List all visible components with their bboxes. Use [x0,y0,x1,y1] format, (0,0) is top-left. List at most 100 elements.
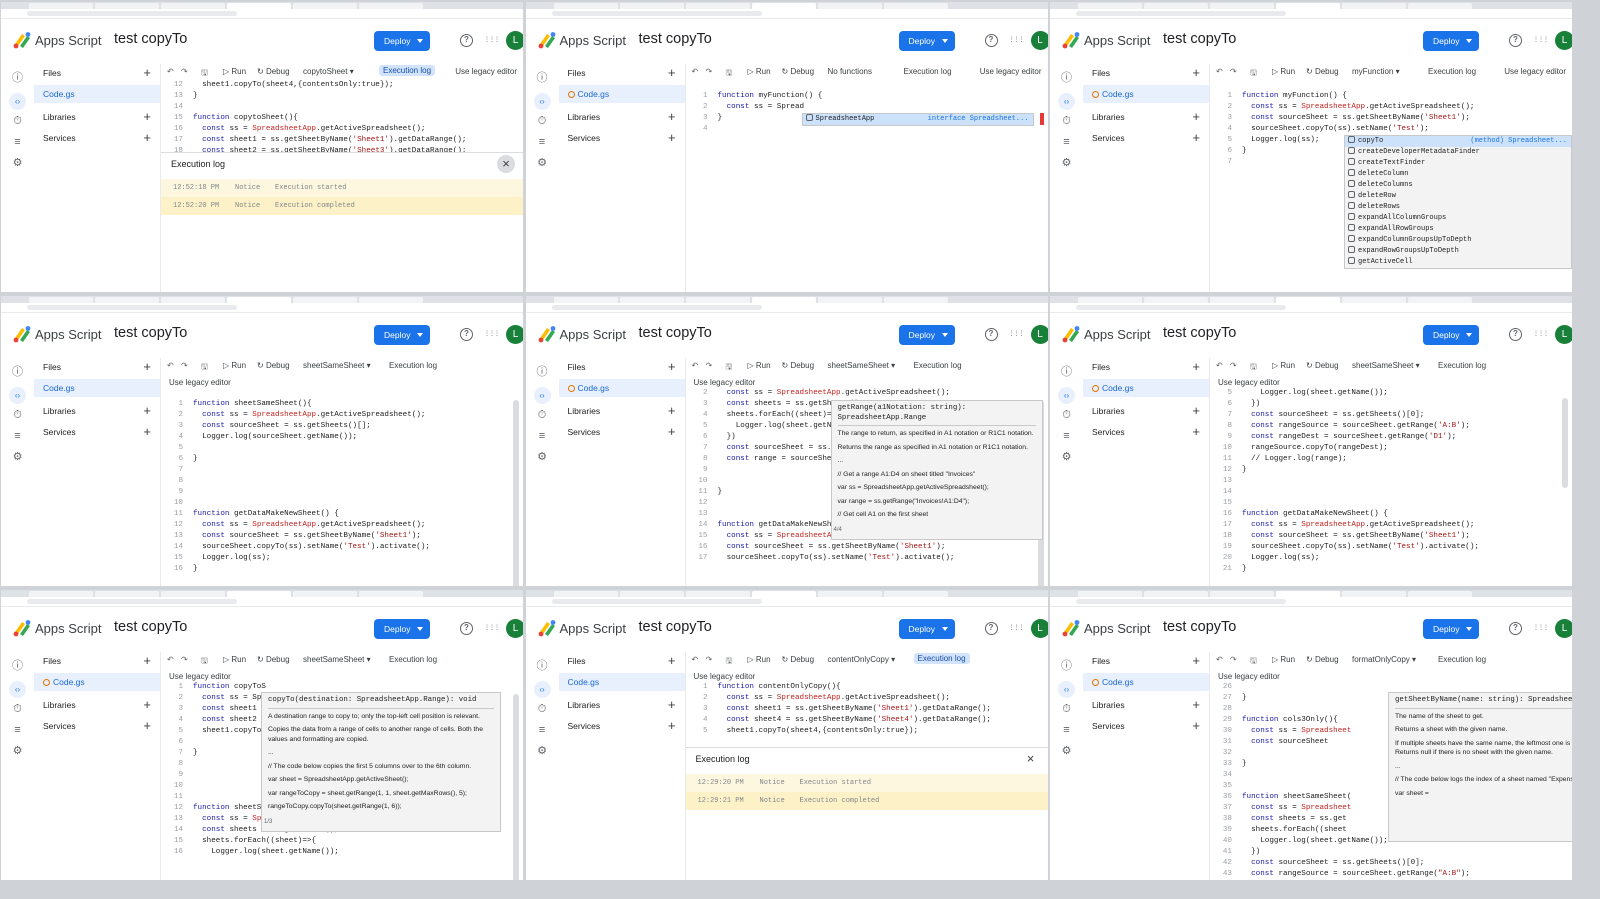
url-field[interactable] [1076,599,1286,604]
add-icon[interactable]: + [1192,358,1200,375]
url-field[interactable] [1076,305,1286,310]
redo-icon[interactable]: ↷ [706,361,713,370]
project-title[interactable]: test copyTo [114,619,187,635]
execution-log-button[interactable]: Execution log [1428,67,1476,76]
file-code-gs[interactable]: Code.gs [1083,85,1209,103]
undo-icon[interactable]: ↶ [1216,67,1223,76]
apps-grid-icon[interactable]: ⋮⋮⋮ [484,34,500,46]
execution-log-button[interactable]: Execution log [379,65,436,76]
libraries-header[interactable]: Libraries + [559,696,685,714]
redo-icon[interactable]: ↷ [1230,67,1237,76]
triggers-icon[interactable]: ⏱ [11,703,24,716]
code-area[interactable]: 1 function contentOnlyCopy(){2 const ss =… [686,682,1048,737]
address-bar[interactable] [1,303,523,313]
project-title[interactable]: test copyTo [639,31,712,47]
undo-icon[interactable]: ↶ [167,361,174,370]
debug-button[interactable]: ↻ Debug [782,67,815,76]
execution-log-button[interactable]: Execution log [913,653,970,664]
add-icon[interactable]: + [668,717,676,734]
undo-icon[interactable]: ↶ [1216,655,1223,664]
files-header[interactable]: Files + [559,64,685,82]
autocomplete-item[interactable]: expandAllColumnGroups [1345,213,1571,224]
autocomplete-item[interactable]: SpreadsheetApp interface Spreadsheet... [802,114,1033,125]
use-legacy-editor-link[interactable]: Use legacy editor [169,672,231,681]
function-select[interactable]: formatOnlyCopy ▾ [1352,655,1416,664]
autocomplete-item[interactable]: deleteRows [1345,202,1571,213]
add-icon[interactable]: + [1192,652,1200,669]
deploy-button[interactable]: Deploy [374,619,430,639]
add-icon[interactable]: + [143,423,151,440]
function-select[interactable]: No functions [828,67,872,76]
deploy-button[interactable]: Deploy [374,31,430,51]
libraries-header[interactable]: Libraries + [1083,696,1209,714]
help-icon[interactable]: ? [460,34,473,47]
autocomplete-item[interactable]: createTextFinder [1345,158,1571,169]
save-icon[interactable]: 🖫 [1250,655,1257,669]
services-header[interactable]: Services + [34,423,160,441]
editor-icon[interactable]: ‹› [1058,93,1075,110]
services-header[interactable]: Services + [559,129,685,147]
files-header[interactable]: Files + [34,652,160,670]
files-header[interactable]: Files + [34,64,160,82]
debug-button[interactable]: ↻ Debug [257,361,290,370]
code-area[interactable]: 1 function sheetSameSheet(){2 const ss = … [161,399,523,575]
project-title[interactable]: test copyTo [1163,325,1236,341]
overload-counter[interactable]: 4/4 [834,526,842,536]
services-header[interactable]: Services + [34,717,160,735]
help-icon[interactable]: ? [1509,34,1522,47]
function-select[interactable]: sheetSameSheet ▾ [1352,361,1420,370]
triggers-icon[interactable]: ⏱ [11,409,24,422]
add-icon[interactable]: + [143,129,151,146]
files-header[interactable]: Files + [559,652,685,670]
services-header[interactable]: Services + [1083,717,1209,735]
autocomplete-item[interactable]: deleteColumns [1345,180,1571,191]
libraries-header[interactable]: Libraries + [1083,402,1209,420]
run-button[interactable]: ▷ Run [1272,655,1295,664]
editor-icon[interactable]: ‹› [1058,387,1075,404]
libraries-header[interactable]: Libraries + [34,108,160,126]
address-bar[interactable] [1050,9,1572,19]
url-field[interactable] [27,599,237,604]
autocomplete-item[interactable]: copyTo (method) Spreadsheet... [1345,136,1571,147]
help-icon[interactable]: ? [460,328,473,341]
deploy-button[interactable]: Deploy [898,325,955,345]
triggers-icon[interactable]: ⏱ [1060,409,1073,422]
add-icon[interactable]: + [143,358,151,375]
project-title[interactable]: test copyTo [639,619,712,635]
file-code-gs[interactable]: Code.gs [34,85,160,103]
editor-icon[interactable]: ‹› [9,387,26,404]
execution-log-button[interactable]: Execution log [389,361,437,370]
url-field[interactable] [27,305,237,310]
file-code-gs[interactable]: Code.gs [558,673,685,691]
project-title[interactable]: test copyTo [114,31,187,47]
function-select[interactable]: copytoSheet ▾ [303,67,354,76]
execution-log-button[interactable]: Execution log [389,655,437,664]
overview-icon[interactable]: ⓘ [1060,366,1073,379]
files-header[interactable]: Files + [559,358,685,376]
project-title[interactable]: test copyTo [1163,619,1236,635]
overview-icon[interactable]: ⓘ [536,660,549,673]
autocomplete-item[interactable]: deleteColumn [1345,169,1571,180]
save-icon[interactable]: 🖫 [201,655,208,669]
add-icon[interactable]: + [1192,108,1200,125]
files-header[interactable]: Files + [1083,652,1209,670]
redo-icon[interactable]: ↷ [1230,655,1237,664]
apps-grid-icon[interactable]: ⋮⋮⋮ [1009,622,1025,634]
settings-icon[interactable]: ⚙ [11,745,24,758]
avatar[interactable]: L [1555,325,1572,344]
autocomplete-item[interactable]: expandRowGroupsUpToDepth [1345,246,1571,257]
add-icon[interactable]: + [668,696,676,713]
executions-icon[interactable]: ≡ [536,724,549,737]
files-header[interactable]: Files + [1083,358,1209,376]
avatar[interactable]: L [1555,31,1572,50]
run-button[interactable]: ▷ Run [748,67,771,76]
redo-icon[interactable]: ↷ [1230,361,1237,370]
add-icon[interactable]: + [1192,129,1200,146]
add-icon[interactable]: + [668,423,676,440]
debug-button[interactable]: ↻ Debug [257,655,290,664]
execution-log-button[interactable]: Execution log [904,67,952,76]
url-field[interactable] [27,11,237,16]
executions-icon[interactable]: ≡ [1060,430,1073,443]
settings-icon[interactable]: ⚙ [1060,157,1073,170]
address-bar[interactable] [525,9,1048,19]
